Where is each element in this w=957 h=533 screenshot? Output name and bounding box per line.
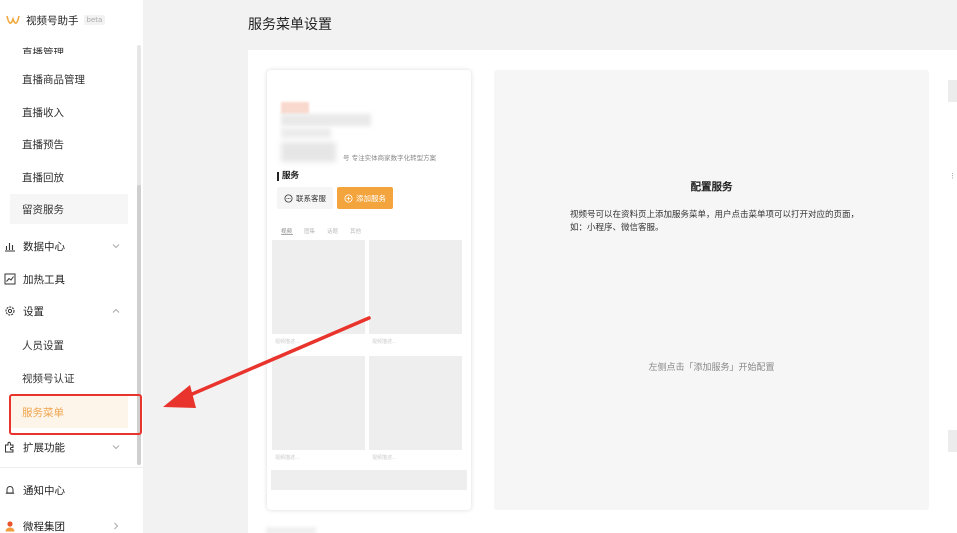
- tile-caption: 视频描述...: [369, 450, 462, 468]
- bell-icon: [4, 484, 16, 496]
- page-title: 服务菜单设置: [248, 17, 332, 33]
- brand-name: 视频号助手: [26, 14, 79, 27]
- sidebar-item-live-income[interactable]: 直播收入: [10, 97, 128, 127]
- video-tile: [369, 356, 462, 450]
- service-section-label: 服务: [277, 172, 299, 181]
- config-hint: 左侧点击「添加服务」开始配置: [648, 363, 775, 373]
- sidebar-item-lead-service[interactable]: 留资服务: [10, 194, 128, 224]
- tile-caption: 视频描述...: [369, 334, 462, 352]
- edge-panel: [948, 80, 957, 102]
- sidebar-group-extensions[interactable]: 扩展功能: [4, 432, 130, 462]
- sidebar-item-staff-settings[interactable]: 人员设置: [10, 330, 128, 360]
- chevron-up-icon: [110, 305, 122, 317]
- tab-album[interactable]: 图集: [304, 227, 315, 235]
- sidebar-group-boost-tools[interactable]: 加热工具: [4, 264, 130, 294]
- config-title: 配置服务: [690, 181, 733, 193]
- tab-topic[interactable]: 话题: [327, 227, 338, 235]
- chevron-right-icon: [110, 520, 122, 532]
- edge-mark: ⁝: [951, 172, 954, 182]
- blurred-avatar: [281, 102, 309, 114]
- phone-preview: 号 专注实体商家数字化转型方案 服务 联系客服 添加服务 视频 图集 话题 其他…: [267, 70, 471, 510]
- tile-caption: 视频描述...: [272, 334, 365, 352]
- sidebar-divider: [0, 467, 143, 468]
- trend-chart-icon: [4, 273, 16, 285]
- video-tile: [272, 356, 365, 450]
- edge-panel: [948, 430, 957, 452]
- video-tile: [272, 240, 365, 334]
- blurred-name: [281, 114, 371, 126]
- blurred-line: [281, 128, 331, 138]
- sidebar-item-account[interactable]: 微程集团: [4, 511, 130, 533]
- sidebar-group-data-center[interactable]: 数据中心: [4, 231, 130, 261]
- add-service-button[interactable]: 添加服务: [337, 187, 393, 209]
- chevron-down-icon: [110, 441, 122, 453]
- sidebar-item-verification[interactable]: 视频号认证: [10, 363, 128, 393]
- sidebar-item-live-preview[interactable]: 直播预告: [10, 129, 128, 159]
- tab-underline: [281, 234, 293, 235]
- sidebar-group-settings[interactable]: 设置: [4, 296, 130, 326]
- gear-icon: [4, 305, 16, 317]
- sidebar-item-live-replay[interactable]: 直播回放: [10, 162, 128, 192]
- contact-service-button[interactable]: 联系客服: [277, 187, 333, 209]
- preview-tabs: 视频 图集 话题 其他: [281, 227, 361, 235]
- config-description: 视频号可以在资料页上添加服务菜单，用户点击菜单项可以打开对应的页面，如：小程序、…: [570, 210, 860, 233]
- avatar-icon: [4, 520, 16, 532]
- logo-icon: [6, 13, 20, 27]
- profile-intro: 号 专注实体商家数字化转型方案: [343, 154, 437, 162]
- sidebar-item-live-manage[interactable]: 直播管理: [10, 40, 128, 54]
- bar-chart-icon: [4, 240, 16, 252]
- plus-circle-icon: [344, 194, 353, 203]
- annotation-highlight-box: [9, 394, 142, 435]
- beta-badge: beta: [83, 15, 106, 25]
- config-panel: 配置服务 视频号可以在资料页上添加服务菜单，用户点击菜单项可以打开对应的页面，如…: [494, 70, 929, 510]
- sidebar: 视频号助手 beta 直播管理 直播商品管理 直播收入 直播预告 直播回放 留资…: [0, 0, 143, 533]
- video-tile: [369, 240, 462, 334]
- blurred-line: [281, 142, 336, 162]
- sidebar-item-notifications[interactable]: 通知中心: [4, 475, 130, 505]
- video-tile-row: [271, 470, 467, 490]
- puzzle-icon: [4, 441, 16, 453]
- sidebar-item-live-products[interactable]: 直播商品管理: [10, 64, 128, 94]
- chevron-down-icon: [110, 240, 122, 252]
- tile-caption: 视频描述...: [272, 450, 365, 468]
- tab-other[interactable]: 其他: [350, 227, 361, 235]
- brand[interactable]: 视频号助手 beta: [0, 0, 143, 40]
- blurred-footer-text: [266, 527, 316, 533]
- chat-bubble-icon: [284, 194, 293, 203]
